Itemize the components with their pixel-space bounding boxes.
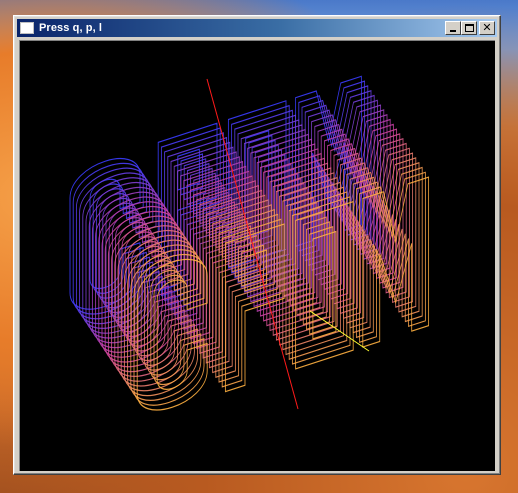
- letter-wire-layer: [221, 218, 282, 388]
- title-bar[interactable]: Press q, p, l ✕: [17, 19, 497, 37]
- minimize-button[interactable]: [445, 21, 461, 35]
- window-icon[interactable]: [20, 22, 34, 34]
- extruded-letters: [69, 75, 430, 411]
- letter-wire-layer: [218, 213, 279, 383]
- window-title: Press q, p, l: [39, 22, 103, 34]
- letter-wire-layer: [224, 223, 285, 393]
- minimize-icon: [450, 30, 456, 32]
- caption-buttons: ✕: [445, 21, 495, 35]
- maximize-button[interactable]: [461, 21, 477, 35]
- close-icon: ✕: [482, 21, 492, 34]
- close-button[interactable]: ✕: [479, 21, 495, 35]
- wireframe-scene: [69, 75, 430, 411]
- app-window: Press q, p, l ✕: [13, 15, 501, 475]
- maximize-icon: [465, 24, 474, 32]
- opengl-viewport[interactable]: [19, 40, 495, 471]
